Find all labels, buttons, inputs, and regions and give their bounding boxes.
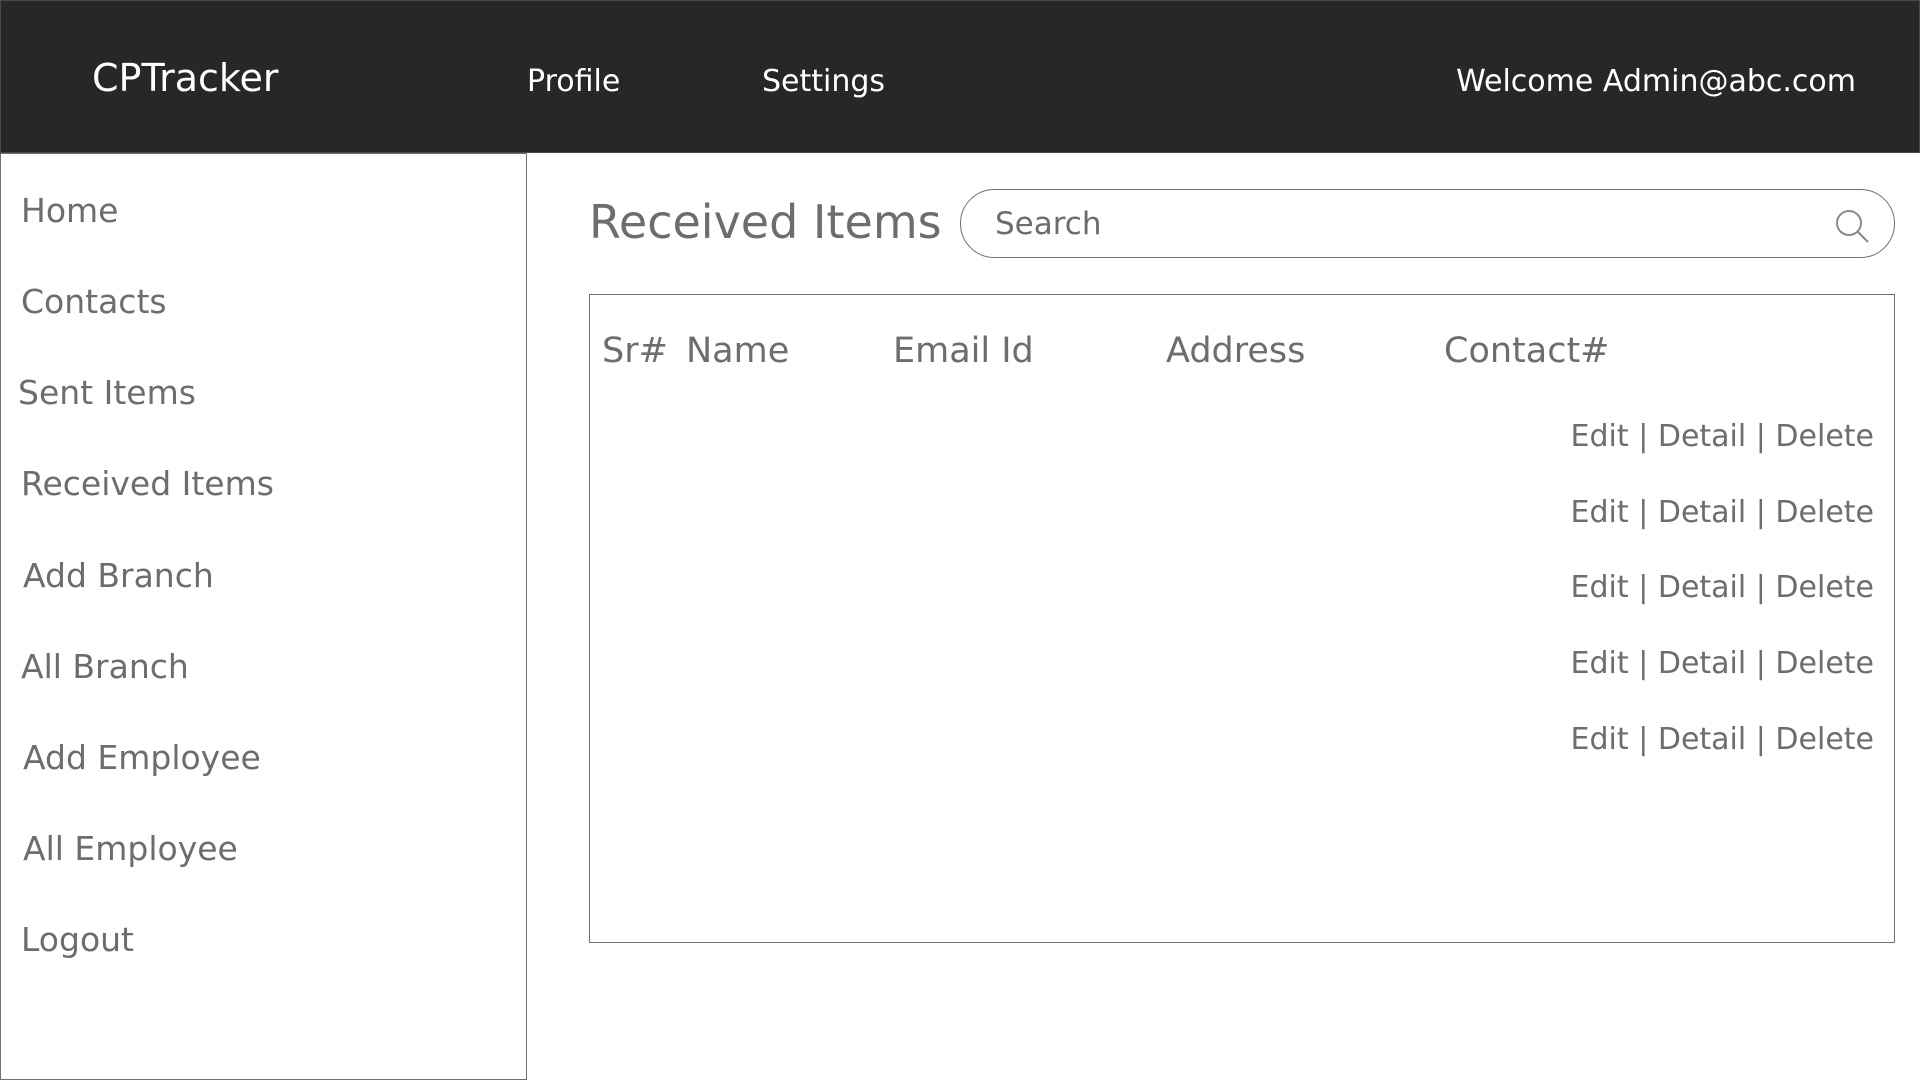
edit-link[interactable]: Edit	[1571, 495, 1629, 530]
welcome-message: Welcome Admin@abc.com	[1456, 64, 1856, 99]
search-icon[interactable]	[1832, 206, 1872, 246]
sidebar-item-contacts[interactable]: Contacts	[21, 282, 167, 321]
sidebar-item-all-employee[interactable]: All Employee	[23, 829, 238, 868]
separator: |	[1638, 646, 1649, 681]
separator: |	[1755, 722, 1766, 757]
delete-link[interactable]: Delete	[1775, 419, 1874, 454]
table-row: Edit | Detail | Delete	[1571, 570, 1874, 605]
separator: |	[1638, 722, 1649, 757]
column-header-sr: Sr#	[602, 331, 668, 371]
column-header-contact: Contact#	[1444, 331, 1610, 371]
sidebar-item-sent-items[interactable]: Sent Items	[18, 373, 196, 412]
separator: |	[1755, 419, 1766, 454]
separator: |	[1755, 570, 1766, 605]
detail-link[interactable]: Detail	[1658, 495, 1746, 530]
delete-link[interactable]: Delete	[1775, 495, 1874, 530]
search-input[interactable]	[993, 200, 1777, 248]
table-row: Edit | Detail | Delete	[1571, 495, 1874, 530]
app-brand[interactable]: CPTracker	[92, 56, 279, 100]
sidebar-item-add-branch[interactable]: Add Branch	[23, 556, 214, 595]
edit-link[interactable]: Edit	[1571, 722, 1629, 757]
table-row: Edit | Detail | Delete	[1571, 722, 1874, 757]
column-header-name: Name	[686, 331, 790, 371]
sidebar-item-all-branch[interactable]: All Branch	[21, 647, 189, 686]
edit-link[interactable]: Edit	[1571, 419, 1629, 454]
search-box[interactable]	[960, 189, 1895, 258]
separator: |	[1638, 570, 1649, 605]
separator: |	[1638, 495, 1649, 530]
column-header-email: Email Id	[893, 331, 1034, 371]
detail-link[interactable]: Detail	[1658, 570, 1746, 605]
sidebar-item-add-employee[interactable]: Add Employee	[23, 738, 261, 777]
nav-profile-link[interactable]: Profile	[527, 64, 620, 99]
delete-link[interactable]: Delete	[1775, 646, 1874, 681]
nav-settings-link[interactable]: Settings	[762, 64, 885, 99]
separator: |	[1755, 646, 1766, 681]
sidebar-item-home[interactable]: Home	[21, 191, 118, 230]
detail-link[interactable]: Detail	[1658, 646, 1746, 681]
column-header-address: Address	[1166, 331, 1306, 371]
detail-link[interactable]: Detail	[1658, 722, 1746, 757]
delete-link[interactable]: Delete	[1775, 722, 1874, 757]
received-items-table: Sr# Name Email Id Address Contact# Edit …	[589, 294, 1895, 943]
sidebar-item-received-items[interactable]: Received Items	[21, 464, 274, 503]
top-header: CPTracker Profile Settings Welcome Admin…	[0, 0, 1920, 153]
sidebar-item-logout[interactable]: Logout	[21, 920, 134, 959]
separator: |	[1638, 419, 1649, 454]
separator: |	[1755, 495, 1766, 530]
edit-link[interactable]: Edit	[1571, 570, 1629, 605]
page-title: Received Items	[589, 195, 942, 249]
table-row: Edit | Detail | Delete	[1571, 419, 1874, 454]
table-row: Edit | Detail | Delete	[1571, 646, 1874, 681]
delete-link[interactable]: Delete	[1775, 570, 1874, 605]
sidebar: Home Contacts Sent Items Received Items …	[0, 153, 527, 1080]
detail-link[interactable]: Detail	[1658, 419, 1746, 454]
edit-link[interactable]: Edit	[1571, 646, 1629, 681]
